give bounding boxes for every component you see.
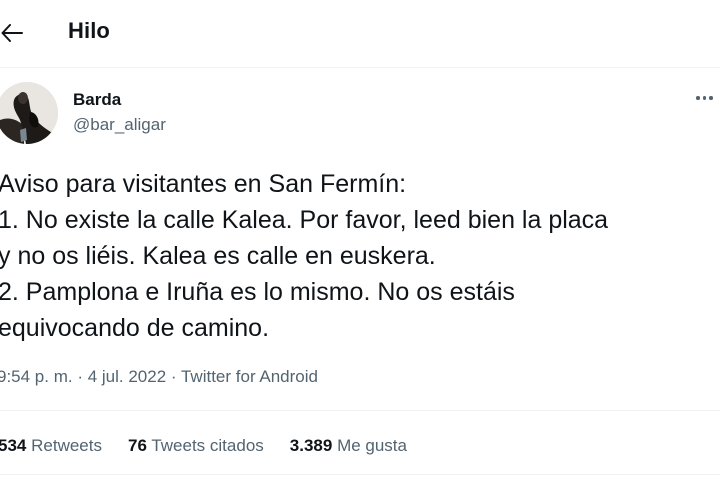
tweet-date[interactable]: 4 jul. 2022 [88, 367, 166, 386]
likes-stat[interactable]: 3.389 Me gusta [290, 436, 407, 456]
quotes-label: Tweets citados [151, 436, 264, 455]
meta-divider [0, 410, 720, 411]
likes-label: Me gusta [337, 436, 407, 455]
header-divider [0, 67, 720, 68]
tweet-time[interactable]: 9:54 p. m. [0, 367, 73, 386]
tweet-text: Aviso para visitantes en San Fermín: 1. … [0, 166, 720, 346]
tweet-line: equivocando de camino. [0, 314, 270, 342]
more-horizontal-icon [696, 96, 713, 100]
stats-divider [0, 474, 720, 475]
retweets-count: 534 [0, 436, 27, 455]
tweet-line: y no os liéis. Kalea es calle en euskera… [0, 242, 436, 270]
thread-header: Hilo [0, 0, 720, 68]
back-button[interactable] [0, 16, 26, 50]
tweet-line: 1. No existe la calle Kalea. Por favor, … [0, 206, 609, 234]
tweet-thread-page: Hilo Barda @bar_aligar Aviso para visita… [0, 0, 720, 480]
tweet-line: Aviso para visitantes en San Fermín: [0, 170, 407, 198]
meta-separator: · [166, 367, 181, 386]
tweet-line: 2. Pamplona e Iruña es lo mismo. No os e… [0, 278, 515, 306]
tweet-source[interactable]: Twitter for Android [181, 367, 318, 386]
tweet-meta: 9:54 p. m. · 4 jul. 2022 · Twitter for A… [0, 367, 318, 387]
quotes-count: 76 [127, 436, 147, 455]
author-name[interactable]: Barda [73, 90, 121, 110]
retweets-stat[interactable]: 534 Retweets [0, 436, 102, 456]
retweets-label: Retweets [31, 436, 102, 455]
likes-count: 3.389 [289, 436, 333, 455]
more-options-button[interactable] [696, 88, 720, 108]
author-handle[interactable]: @bar_aligar [73, 115, 166, 135]
arrow-left-icon [1, 24, 23, 42]
quotes-stat[interactable]: 76 Tweets citados [128, 436, 264, 456]
page-title: Hilo [68, 18, 110, 43]
tweet-stats: 534 Retweets 76 Tweets citados 3.389 Me … [0, 436, 433, 456]
meta-separator: · [72, 367, 88, 386]
avatar[interactable] [0, 82, 58, 144]
avatar-photo-icon [0, 82, 58, 144]
